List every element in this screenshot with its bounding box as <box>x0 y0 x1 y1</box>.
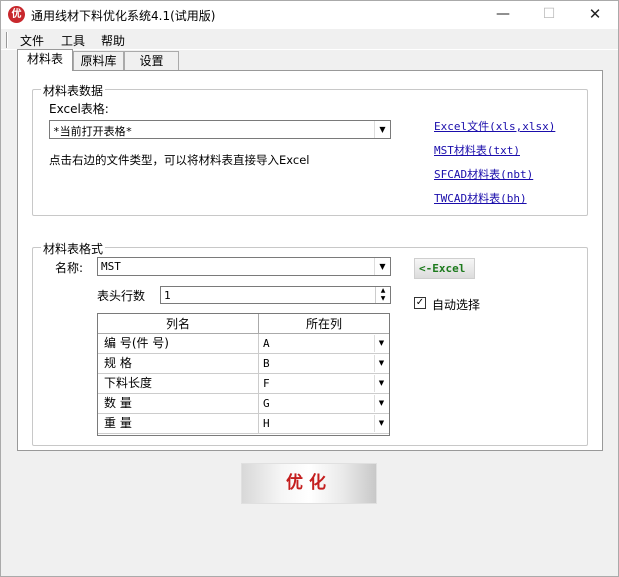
row-column-value: H <box>263 417 270 430</box>
table-row: 重 量 H ▼ <box>98 414 389 434</box>
table-row: 数 量 G ▼ <box>98 394 389 414</box>
row-column-value: G <box>263 397 270 410</box>
tab-material-list[interactable]: 材料表 <box>17 49 73 71</box>
row-column-select[interactable]: H ▼ <box>259 414 389 434</box>
menu-grip <box>6 32 8 48</box>
row-column-select[interactable]: B ▼ <box>259 354 389 374</box>
app-logo-icon: 优 <box>8 6 25 23</box>
spin-up-icon[interactable]: ▲ <box>375 287 390 295</box>
row-column-select[interactable]: F ▼ <box>259 374 389 394</box>
chevron-down-icon[interactable]: ▼ <box>374 121 390 138</box>
link-twcad-material[interactable]: TWCAD材料表(bh) <box>434 190 527 206</box>
auto-select-checkbox[interactable]: ✓ <box>414 297 426 309</box>
link-mst-material[interactable]: MST材料表(txt) <box>434 142 520 158</box>
chevron-down-icon[interactable]: ▼ <box>374 415 388 432</box>
chevron-down-icon[interactable]: ▼ <box>374 335 388 352</box>
link-sfcad-material[interactable]: SFCAD材料表(nbt) <box>434 166 533 182</box>
row-name: 规 格 <box>98 354 259 374</box>
format-name-value: MST <box>101 260 121 273</box>
format-name-select[interactable]: MST ▼ <box>97 257 391 276</box>
row-column-value: A <box>263 337 270 350</box>
import-hint-text: 点击右边的文件类型，可以将材料表直接导入Excel <box>49 153 310 167</box>
column-mapping-grid: 列名 所在列 编 号(件 号) A ▼ 规 格 B ▼ 下料长度 F ▼ 数 量 G ▼… <box>97 313 390 436</box>
excel-sheet-value: *当前打开表格* <box>53 125 133 138</box>
chevron-down-icon[interactable]: ▼ <box>374 375 388 392</box>
table-row: 下料长度 F ▼ <box>98 374 389 394</box>
chevron-down-icon[interactable]: ▼ <box>374 258 390 275</box>
table-row: 编 号(件 号) A ▼ <box>98 334 389 354</box>
grid-header-located-column: 所在列 <box>259 314 389 334</box>
from-excel-button[interactable]: <-Excel <box>414 258 475 279</box>
row-column-select[interactable]: G ▼ <box>259 394 389 414</box>
material-format-group-title: 材料表格式 <box>41 240 106 257</box>
chevron-down-icon[interactable]: ▼ <box>374 355 388 372</box>
tab-raw-material-library[interactable]: 原料库 <box>73 51 124 71</box>
header-rows-spinner[interactable]: 1 ▲ ▼ <box>160 286 391 304</box>
row-name: 下料长度 <box>98 374 259 394</box>
window-title: 通用线材下料优化系统4.1(试用版) <box>31 9 216 23</box>
menu-bar: 文件 工具 帮助 <box>1 29 618 50</box>
close-button[interactable]: ✕ <box>572 1 618 29</box>
material-data-group-title: 材料表数据 <box>41 82 106 99</box>
optimize-button[interactable]: 优化 <box>241 463 377 504</box>
row-name: 重 量 <box>98 414 259 434</box>
row-column-select[interactable]: A ▼ <box>259 334 389 354</box>
title-bar: 优 通用线材下料优化系统4.1(试用版) — ☐ ✕ <box>1 1 618 29</box>
menu-file[interactable]: 文件 <box>20 32 44 49</box>
excel-sheet-label: Excel表格: <box>49 102 109 116</box>
menu-help[interactable]: 帮助 <box>101 32 125 49</box>
row-column-value: F <box>263 377 270 390</box>
spin-down-icon[interactable]: ▼ <box>375 295 390 303</box>
grid-header-column-name: 列名 <box>98 314 259 334</box>
minimize-button[interactable]: — <box>480 1 526 29</box>
menu-tools[interactable]: 工具 <box>61 32 85 49</box>
table-row: 规 格 B ▼ <box>98 354 389 374</box>
chevron-down-icon[interactable]: ▼ <box>374 395 388 412</box>
header-rows-label: 表头行数 <box>97 289 146 303</box>
excel-sheet-select[interactable]: *当前打开表格* ▼ <box>49 120 391 139</box>
tab-settings[interactable]: 设置 <box>124 51 179 71</box>
header-rows-value: 1 <box>164 289 171 302</box>
row-name: 编 号(件 号) <box>98 334 259 354</box>
format-name-label: 名称: <box>55 261 84 275</box>
row-name: 数 量 <box>98 394 259 414</box>
main-window: 优 通用线材下料优化系统4.1(试用版) — ☐ ✕ 文件 工具 帮助 材料表 … <box>0 0 619 577</box>
link-excel-file[interactable]: Excel文件(xls,xlsx) <box>434 118 555 134</box>
auto-select-label: 自动选择 <box>432 298 481 312</box>
row-column-value: B <box>263 357 270 370</box>
maximize-button[interactable]: ☐ <box>526 1 572 29</box>
